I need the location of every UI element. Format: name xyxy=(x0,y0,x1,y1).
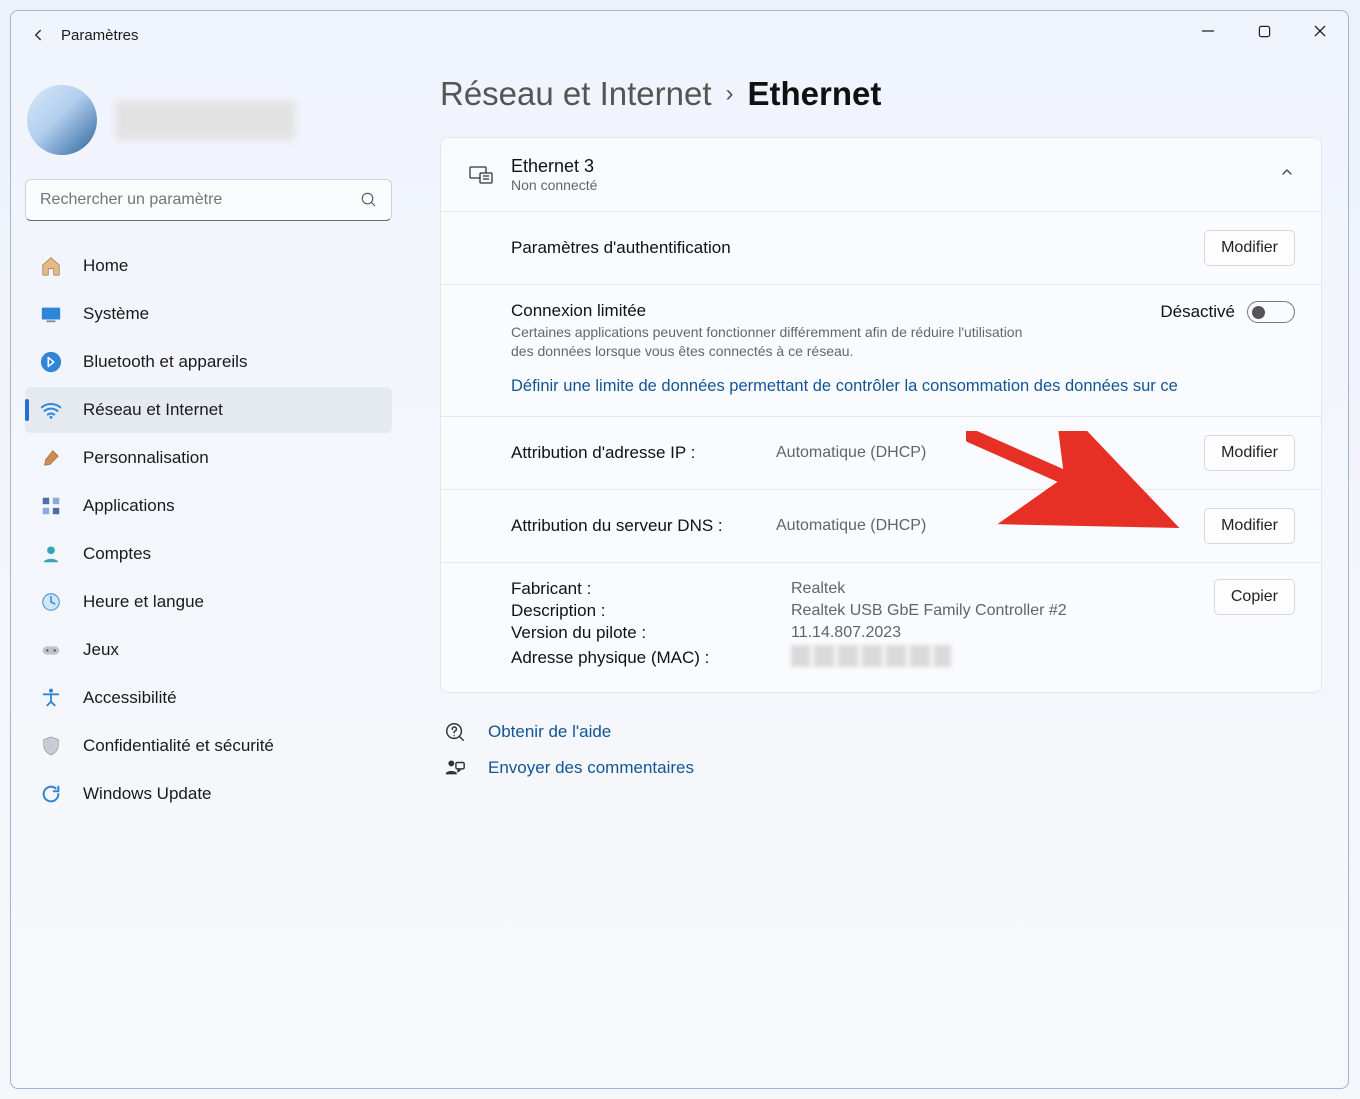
brush-icon xyxy=(39,446,63,470)
nav-label: Comptes xyxy=(83,544,151,564)
accessibility-icon xyxy=(39,686,63,710)
gamepad-icon xyxy=(39,638,63,662)
mac-blur xyxy=(791,645,951,667)
nav-label: Heure et langue xyxy=(83,592,204,612)
ethernet-card: Ethernet 3 Non connecté Paramètres d'aut… xyxy=(440,137,1322,693)
nav-item-update[interactable]: Windows Update xyxy=(25,771,392,817)
back-button[interactable] xyxy=(21,26,55,44)
nav-item-home[interactable]: Home xyxy=(25,243,392,289)
app-title: Paramètres xyxy=(61,27,139,44)
nav-label: Personnalisation xyxy=(83,448,209,468)
nav-item-apps[interactable]: Applications xyxy=(25,483,392,529)
maker-val: Realtek xyxy=(791,580,1145,598)
nav-item-accessibility[interactable]: Accessibilité xyxy=(25,675,392,721)
ethernet-icon xyxy=(467,164,495,186)
search-icon xyxy=(360,191,378,209)
mac-key: Adresse physique (MAC) : xyxy=(511,648,771,668)
nav-label: Windows Update xyxy=(83,784,212,804)
system-icon xyxy=(39,302,63,326)
user-block[interactable] xyxy=(25,75,392,179)
feedback-label: Envoyer des commentaires xyxy=(488,758,694,778)
help-label: Obtenir de l'aide xyxy=(488,722,611,742)
settings-window: Paramètres Home xyxy=(10,10,1349,1089)
nav-item-accounts[interactable]: Comptes xyxy=(25,531,392,577)
data-limit-link[interactable]: Définir une limite de données permettant… xyxy=(441,361,1321,416)
person-icon xyxy=(39,542,63,566)
copy-button[interactable]: Copier xyxy=(1214,579,1295,615)
nav-label: Jeux xyxy=(83,640,119,660)
bluetooth-icon xyxy=(39,350,63,374)
ethernet-status: Non connecté xyxy=(511,177,1263,193)
maker-key: Fabricant : xyxy=(511,579,771,599)
footer-links: Obtenir de l'aide Envoyer des commentair… xyxy=(442,721,1322,779)
nav-label: Confidentialité et sécurité xyxy=(83,736,274,756)
metered-title: Connexion limitée xyxy=(511,301,1140,321)
metered-desc: Certaines applications peuvent fonctionn… xyxy=(511,323,1041,361)
nav-item-time-lang[interactable]: Heure et langue xyxy=(25,579,392,625)
maximize-button[interactable] xyxy=(1236,11,1292,51)
nav-label: Home xyxy=(83,256,128,276)
dns-value: Automatique (DHCP) xyxy=(776,517,1145,535)
nav-item-bluetooth[interactable]: Bluetooth et appareils xyxy=(25,339,392,385)
row-metered: Connexion limitée Certaines applications… xyxy=(441,285,1321,361)
search-input[interactable] xyxy=(25,179,392,221)
driver-val: 11.14.807.2023 xyxy=(791,624,1145,642)
dns-label: Attribution du serveur DNS : xyxy=(511,516,756,536)
nav-item-personalization[interactable]: Personnalisation xyxy=(25,435,392,481)
avatar xyxy=(27,85,97,155)
metered-state: Désactivé xyxy=(1160,302,1235,322)
feedback-link[interactable]: Envoyer des commentaires xyxy=(442,757,1322,779)
close-button[interactable] xyxy=(1292,11,1348,51)
ip-label: Attribution d'adresse IP : xyxy=(511,443,756,463)
shield-icon xyxy=(39,734,63,758)
ethernet-name: Ethernet 3 xyxy=(511,156,1263,177)
ethernet-header[interactable]: Ethernet 3 Non connecté xyxy=(441,138,1321,211)
driver-key: Version du pilote : xyxy=(511,623,771,643)
nav-label: Système xyxy=(83,304,149,324)
mac-val xyxy=(791,645,1145,672)
chevron-right-icon: › xyxy=(726,80,734,108)
update-icon xyxy=(39,782,63,806)
properties: Fabricant : Realtek Copier Description :… xyxy=(441,563,1321,692)
nav-label: Accessibilité xyxy=(83,688,177,708)
row-dns: Attribution du serveur DNS : Automatique… xyxy=(441,490,1321,562)
metered-toggle[interactable] xyxy=(1247,301,1295,323)
chevron-up-icon xyxy=(1279,164,1295,185)
ip-value: Automatique (DHCP) xyxy=(776,444,1145,462)
wifi-icon xyxy=(39,398,63,422)
dns-modify-button[interactable]: Modifier xyxy=(1204,508,1295,544)
breadcrumb-parent[interactable]: Réseau et Internet xyxy=(440,75,712,113)
search-box[interactable] xyxy=(25,179,392,221)
arrow-left-icon xyxy=(29,26,47,44)
nav-item-system[interactable]: Système xyxy=(25,291,392,337)
home-icon xyxy=(39,254,63,278)
titlebar: Paramètres xyxy=(11,11,1348,59)
apps-icon xyxy=(39,494,63,518)
clock-globe-icon xyxy=(39,590,63,614)
nav-item-gaming[interactable]: Jeux xyxy=(25,627,392,673)
page-title: Ethernet xyxy=(748,75,882,113)
ip-modify-button[interactable]: Modifier xyxy=(1204,435,1295,471)
row-auth: Paramètres d'authentification Modifier xyxy=(441,212,1321,284)
sidebar: Home Système Bluetooth et appareils Rése… xyxy=(11,59,406,1088)
help-link[interactable]: Obtenir de l'aide xyxy=(442,721,1322,743)
nav: Home Système Bluetooth et appareils Rése… xyxy=(25,243,392,817)
main-content: Réseau et Internet › Ethernet Ethernet 3… xyxy=(406,59,1348,1088)
row-ip: Attribution d'adresse IP : Automatique (… xyxy=(441,417,1321,489)
breadcrumb: Réseau et Internet › Ethernet xyxy=(440,75,1322,113)
auth-modify-button[interactable]: Modifier xyxy=(1204,230,1295,266)
feedback-icon xyxy=(442,757,468,779)
auth-label: Paramètres d'authentification xyxy=(511,238,1145,258)
window-controls xyxy=(1180,11,1348,51)
minimize-button[interactable] xyxy=(1180,11,1236,51)
nav-label: Bluetooth et appareils xyxy=(83,352,247,372)
desc-val: Realtek USB GbE Family Controller #2 xyxy=(791,602,1145,620)
nav-item-network[interactable]: Réseau et Internet xyxy=(25,387,392,433)
desc-key: Description : xyxy=(511,601,771,621)
nav-item-privacy[interactable]: Confidentialité et sécurité xyxy=(25,723,392,769)
nav-label: Réseau et Internet xyxy=(83,400,223,420)
help-icon xyxy=(442,721,468,743)
user-name-blur xyxy=(115,100,295,140)
nav-label: Applications xyxy=(83,496,175,516)
